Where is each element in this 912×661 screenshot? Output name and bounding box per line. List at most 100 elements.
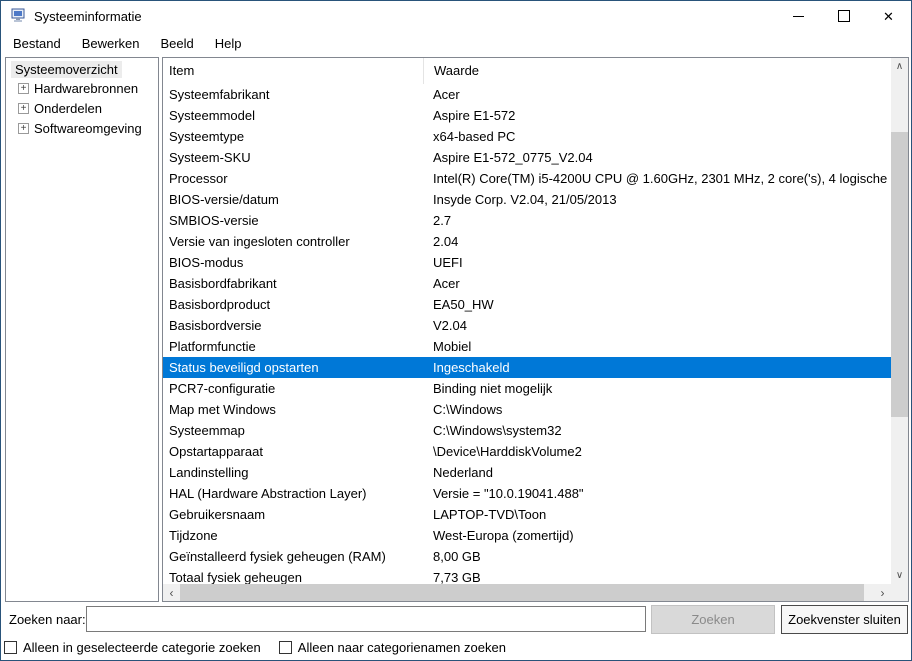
table-row[interactable]: BasisbordfabrikantAcer xyxy=(163,273,891,294)
horizontal-scrollbar-thumb[interactable] xyxy=(180,584,864,601)
window-controls: ✕ xyxy=(776,1,911,31)
row-value-cell: 7,73 GB xyxy=(423,570,891,584)
row-value-cell: 8,00 GB xyxy=(423,549,891,564)
table-row[interactable]: BasisbordversieV2.04 xyxy=(163,315,891,336)
search-input[interactable] xyxy=(86,606,646,632)
row-item-cell: Systeemmap xyxy=(163,423,423,438)
tree-item-onderdelen[interactable]: + Onderdelen xyxy=(18,98,158,118)
row-item-cell: Versie van ingesloten controller xyxy=(163,234,423,249)
table-row[interactable]: BIOS-modusUEFI xyxy=(163,252,891,273)
row-value-cell: Aspire E1-572_0775_V2.04 xyxy=(423,150,891,165)
table-row[interactable]: Geïnstalleerd fysiek geheugen (RAM)8,00 … xyxy=(163,546,891,567)
table-row[interactable]: Versie van ingesloten controller2.04 xyxy=(163,231,891,252)
checkbox-category-names[interactable] xyxy=(279,641,292,654)
scroll-left-icon[interactable]: ‹ xyxy=(163,584,180,601)
table-row[interactable]: Systeem-SKUAspire E1-572_0775_V2.04 xyxy=(163,147,891,168)
scrollbar-corner xyxy=(891,584,908,601)
row-item-cell: Basisbordproduct xyxy=(163,297,423,312)
table-row[interactable]: GebruikersnaamLAPTOP-TVD\Toon xyxy=(163,504,891,525)
menu-beeld[interactable]: Beeld xyxy=(157,34,198,53)
close-search-button[interactable]: Zoekvenster sluiten xyxy=(781,605,908,634)
table-row[interactable]: LandinstellingNederland xyxy=(163,462,891,483)
horizontal-scrollbar[interactable]: ‹ › xyxy=(163,584,891,601)
table-row[interactable]: Map met WindowsC:\Windows xyxy=(163,399,891,420)
category-tree: Systeemoverzicht + Hardwarebronnen + Ond… xyxy=(5,57,159,602)
table-row[interactable]: TijdzoneWest-Europa (zomertijd) xyxy=(163,525,891,546)
checkbox-category-names-label: Alleen naar categorienamen zoeken xyxy=(298,640,506,655)
minimize-icon xyxy=(793,16,804,17)
table-row[interactable]: SMBIOS-versie2.7 xyxy=(163,210,891,231)
table-row[interactable]: ProcessorIntel(R) Core(TM) i5-4200U CPU … xyxy=(163,168,891,189)
minimize-button[interactable] xyxy=(776,1,821,31)
table-row[interactable]: SysteemmapC:\Windows\system32 xyxy=(163,420,891,441)
row-item-cell: Systeemmodel xyxy=(163,108,423,123)
checkbox-selected-category[interactable] xyxy=(4,641,17,654)
table-row[interactable]: BasisbordproductEA50_HW xyxy=(163,294,891,315)
column-header-item[interactable]: Item xyxy=(163,58,423,84)
table-row[interactable]: PlatformfunctieMobiel xyxy=(163,336,891,357)
menu-bewerken[interactable]: Bewerken xyxy=(78,34,144,53)
row-value-cell: C:\Windows xyxy=(423,402,891,417)
row-value-cell: Insyde Corp. V2.04, 21/05/2013 xyxy=(423,192,891,207)
menu-bestand[interactable]: Bestand xyxy=(9,34,65,53)
tree-item-hardwarebronnen[interactable]: + Hardwarebronnen xyxy=(18,78,158,98)
table-rows: SysteemfabrikantAcerSysteemmodelAspire E… xyxy=(163,84,891,584)
vertical-scrollbar[interactable]: ∧ ∨ xyxy=(891,58,908,584)
row-value-cell: West-Europa (zomertijd) xyxy=(423,528,891,543)
maximize-button[interactable] xyxy=(821,1,866,31)
row-item-cell: Landinstelling xyxy=(163,465,423,480)
table-row[interactable]: Opstartapparaat\Device\HarddiskVolume2 xyxy=(163,441,891,462)
row-value-cell: 2.04 xyxy=(423,234,891,249)
scroll-right-icon[interactable]: › xyxy=(874,584,891,601)
row-value-cell: Versie = "10.0.19041.488" xyxy=(423,486,891,501)
table-row[interactable]: SysteemfabrikantAcer xyxy=(163,84,891,105)
row-item-cell: Platformfunctie xyxy=(163,339,423,354)
table-row[interactable]: BIOS-versie/datumInsyde Corp. V2.04, 21/… xyxy=(163,189,891,210)
search-button[interactable]: Zoeken xyxy=(651,605,775,634)
row-item-cell: Tijdzone xyxy=(163,528,423,543)
table-row[interactable]: PCR7-configuratieBinding niet mogelijk xyxy=(163,378,891,399)
menu-help[interactable]: Help xyxy=(211,34,246,53)
details-table: Item Waarde SysteemfabrikantAcerSysteemm… xyxy=(162,57,909,602)
close-icon: ✕ xyxy=(883,10,894,23)
expand-icon[interactable]: + xyxy=(18,83,29,94)
search-options: Alleen in geselecteerde categorie zoeken… xyxy=(4,640,524,655)
row-item-cell: HAL (Hardware Abstraction Layer) xyxy=(163,486,423,501)
row-item-cell: Processor xyxy=(163,171,423,186)
title-bar: Systeeminformatie ✕ xyxy=(1,1,911,31)
table-row[interactable]: SysteemmodelAspire E1-572 xyxy=(163,105,891,126)
scroll-down-icon[interactable]: ∨ xyxy=(891,567,908,584)
maximize-icon xyxy=(838,10,850,22)
row-value-cell: V2.04 xyxy=(423,318,891,333)
table-row[interactable]: HAL (Hardware Abstraction Layer)Versie =… xyxy=(163,483,891,504)
expand-icon[interactable]: + xyxy=(18,123,29,134)
column-header-waarde[interactable]: Waarde xyxy=(423,58,891,84)
table-row[interactable]: Status beveiligd opstartenIngeschakeld xyxy=(163,357,891,378)
row-value-cell: \Device\HarddiskVolume2 xyxy=(423,444,891,459)
tree-item-systeemoverzicht[interactable]: Systeemoverzicht xyxy=(11,61,122,78)
table-row[interactable]: Totaal fysiek geheugen7,73 GB xyxy=(163,567,891,584)
window-title: Systeeminformatie xyxy=(34,9,142,24)
row-value-cell: Acer xyxy=(423,276,891,291)
expand-icon[interactable]: + xyxy=(18,103,29,114)
row-item-cell: Opstartapparaat xyxy=(163,444,423,459)
row-item-cell: Geïnstalleerd fysiek geheugen (RAM) xyxy=(163,549,423,564)
table-row[interactable]: Systeemtypex64-based PC xyxy=(163,126,891,147)
row-item-cell: Systeemfabrikant xyxy=(163,87,423,102)
row-value-cell: EA50_HW xyxy=(423,297,891,312)
row-item-cell: BIOS-modus xyxy=(163,255,423,270)
row-item-cell: Systeem-SKU xyxy=(163,150,423,165)
scroll-up-icon[interactable]: ∧ xyxy=(891,58,908,75)
vertical-scrollbar-thumb[interactable] xyxy=(891,132,908,417)
row-item-cell: BIOS-versie/datum xyxy=(163,192,423,207)
row-value-cell: UEFI xyxy=(423,255,891,270)
row-value-cell: LAPTOP-TVD\Toon xyxy=(423,507,891,522)
row-value-cell: Nederland xyxy=(423,465,891,480)
tree-item-softwareomgeving[interactable]: + Softwareomgeving xyxy=(18,118,158,138)
system-information-window: Systeeminformatie ✕ Bestand Bewerken Bee… xyxy=(0,0,912,661)
row-value-cell: Binding niet mogelijk xyxy=(423,381,891,396)
checkbox-selected-category-label: Alleen in geselecteerde categorie zoeken xyxy=(23,640,261,655)
close-button[interactable]: ✕ xyxy=(866,1,911,31)
row-item-cell: Systeemtype xyxy=(163,129,423,144)
row-value-cell: C:\Windows\system32 xyxy=(423,423,891,438)
